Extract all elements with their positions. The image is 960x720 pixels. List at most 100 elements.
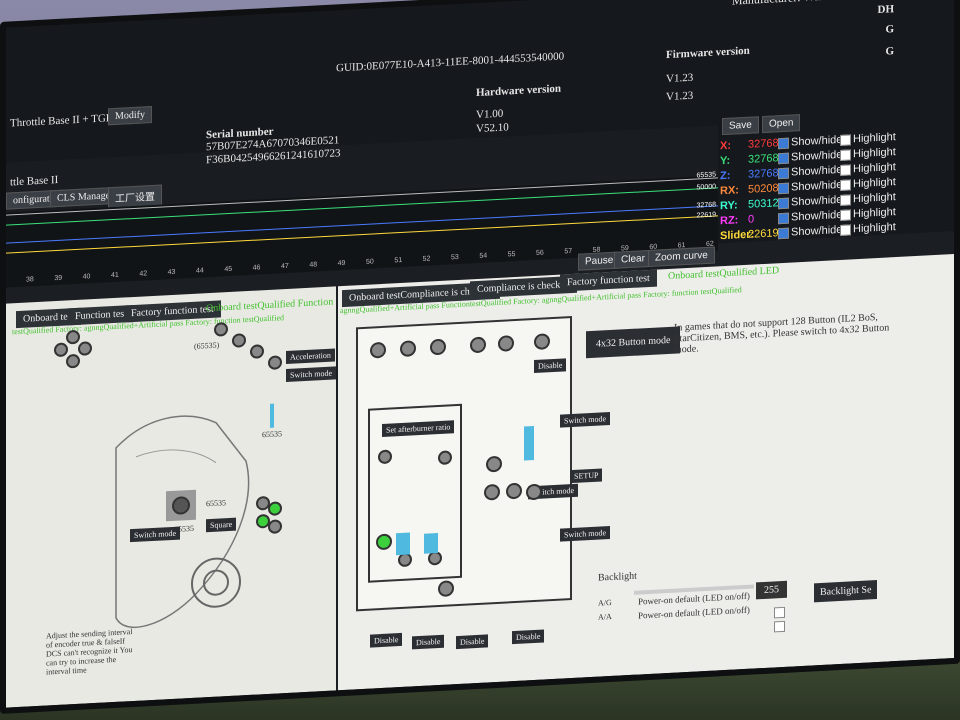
disable-button-top[interactable]: Disable xyxy=(534,358,567,374)
axis-name: X: xyxy=(720,139,731,153)
graph-tick-label: 54 xyxy=(479,252,488,260)
show-hide-toggle[interactable]: Show/hide xyxy=(778,179,842,194)
show-hide-checkbox[interactable] xyxy=(778,197,789,209)
backlight-set-button[interactable]: Backlight Se xyxy=(814,580,878,603)
switch-mode-button-r3[interactable]: Switch mode xyxy=(560,526,610,542)
highlight-toggle[interactable]: Highlight xyxy=(840,161,896,176)
highlight-checkbox[interactable] xyxy=(840,148,851,161)
show-hide-label: Show/hide xyxy=(791,148,843,164)
highlight-toggle[interactable]: Highlight xyxy=(840,191,896,206)
show-hide-checkbox[interactable] xyxy=(778,212,789,224)
disable-button-3[interactable]: Disable xyxy=(456,634,489,650)
graph-tick-label: 53 xyxy=(451,253,459,262)
save-button[interactable]: Save xyxy=(722,116,759,136)
disable-button-1[interactable]: Disable xyxy=(370,632,403,648)
show-hide-checkbox[interactable] xyxy=(778,137,789,149)
hat-button[interactable] xyxy=(54,342,68,358)
show-hide-checkbox[interactable] xyxy=(778,167,789,179)
show-hide-toggle[interactable]: Show/hide xyxy=(778,164,842,179)
setup-button[interactable]: SETUP xyxy=(570,468,603,484)
axis-value: 22619 xyxy=(748,227,779,241)
axis-value: 32768 xyxy=(748,167,779,181)
hat-button[interactable] xyxy=(78,341,92,356)
encoder-bar xyxy=(270,403,274,428)
square-button[interactable]: Square xyxy=(206,517,237,533)
graph-label-65535: 65535 xyxy=(696,171,716,180)
app-window: Manufacturer: WINCTRL DH GUID:0E077E10-A… xyxy=(0,0,960,714)
show-hide-checkbox[interactable] xyxy=(778,152,789,164)
highlight-label: Highlight xyxy=(853,131,896,146)
value-65535-c: 65535 xyxy=(206,498,226,509)
highlight-checkbox[interactable] xyxy=(840,133,851,146)
highlight-toggle[interactable]: Highlight xyxy=(840,176,896,191)
power-on-checkbox-1[interactable] xyxy=(774,606,785,619)
show-hide-checkbox[interactable] xyxy=(778,182,789,194)
switch-mode-button[interactable]: Switch mode xyxy=(286,366,336,383)
clear-button[interactable]: Clear xyxy=(614,249,652,269)
highlight-checkbox[interactable] xyxy=(840,193,851,206)
axis-value: 50208 xyxy=(748,182,779,196)
power-on-checkbox-2[interactable] xyxy=(774,620,785,633)
dh-value-2: G xyxy=(885,45,894,58)
tab-factory-function-test-r[interactable]: Factory function test xyxy=(560,269,657,292)
hat-button[interactable] xyxy=(66,329,80,345)
graph-tick-label: 47 xyxy=(281,262,289,271)
highlight-label: Highlight xyxy=(853,221,896,236)
graph-tick-label: 46 xyxy=(252,264,261,272)
graph-tick-label: 44 xyxy=(196,267,204,275)
show-hide-toggle[interactable]: Show/hide xyxy=(778,134,842,149)
highlight-label: Highlight xyxy=(853,146,896,161)
4x32-button-mode[interactable]: 4x32 Button mode xyxy=(586,326,681,359)
throttle-level-left xyxy=(396,532,410,556)
hat-button[interactable] xyxy=(66,353,80,369)
firmware-value-1: V1.23 xyxy=(666,71,694,86)
ag-label: A/G xyxy=(598,597,612,608)
dh-header: DH xyxy=(877,3,895,17)
highlight-toggle[interactable]: Highlight xyxy=(840,221,896,236)
show-hide-toggle[interactable]: Show/hide xyxy=(778,149,842,164)
graph-tick-label: 56 xyxy=(536,249,544,257)
hat-button[interactable] xyxy=(214,322,228,337)
graph-label-32768: 32768 xyxy=(696,201,716,210)
open-button[interactable]: Open xyxy=(762,114,801,134)
zoom-curve-button[interactable]: Zoom curve xyxy=(648,246,715,268)
switch-mode-button-r1[interactable]: Switch mode xyxy=(560,412,610,428)
grip-test-panel: Onboard test Function test Factory funct… xyxy=(6,286,336,708)
show-hide-toggle[interactable]: Show/hide xyxy=(778,209,842,224)
throttle-test-panel: Onboard testCompliance is checked Compli… xyxy=(338,254,954,691)
hat-button[interactable] xyxy=(232,333,246,348)
highlight-checkbox[interactable] xyxy=(840,223,851,236)
show-hide-label: Show/hide xyxy=(791,193,843,209)
switch-mode-button-2[interactable]: Switch mode xyxy=(130,526,180,543)
graph-tick-label: 55 xyxy=(507,250,516,259)
acceleration-button[interactable]: Acceleration xyxy=(286,348,335,365)
modify-button[interactable]: Modify xyxy=(108,106,152,126)
tab-cls-manage[interactable]: CLS Manage xyxy=(50,186,118,208)
show-hide-checkbox[interactable] xyxy=(778,227,789,239)
highlight-toggle[interactable]: Highlight xyxy=(840,206,896,221)
value-65535-b: 65535 xyxy=(262,429,282,440)
highlight-label: Highlight xyxy=(853,176,896,191)
graph-label-22619: 22619 xyxy=(696,211,716,220)
show-hide-label: Show/hide xyxy=(791,178,843,194)
graph-tick-label: 40 xyxy=(82,273,91,281)
disable-button-4[interactable]: Disable xyxy=(512,629,545,645)
axis-name: RY: xyxy=(720,199,738,213)
highlight-checkbox[interactable] xyxy=(840,208,851,221)
show-hide-label: Show/hide xyxy=(791,133,843,149)
show-hide-toggle[interactable]: Show/hide xyxy=(778,224,842,239)
highlight-label: Highlight xyxy=(853,161,896,176)
highlight-toggle[interactable]: Highlight xyxy=(840,131,896,146)
highlight-checkbox[interactable] xyxy=(840,178,851,191)
highlight-checkbox[interactable] xyxy=(840,163,851,176)
graph-tick-label: 49 xyxy=(337,259,346,268)
graph-tick-label: 42 xyxy=(139,270,148,278)
encoder-note: Adjust the sending interval of encoder t… xyxy=(46,627,133,677)
graph-tick-label: 39 xyxy=(54,274,63,283)
disable-button-2[interactable]: Disable xyxy=(412,634,445,650)
mode-note: In games that do not support 128 Button … xyxy=(674,311,890,356)
show-hide-toggle[interactable]: Show/hide xyxy=(778,194,842,209)
highlight-toggle[interactable]: Highlight xyxy=(840,146,896,161)
backlight-value[interactable]: 255 xyxy=(756,580,787,600)
graph-tick-label: 48 xyxy=(309,261,318,269)
